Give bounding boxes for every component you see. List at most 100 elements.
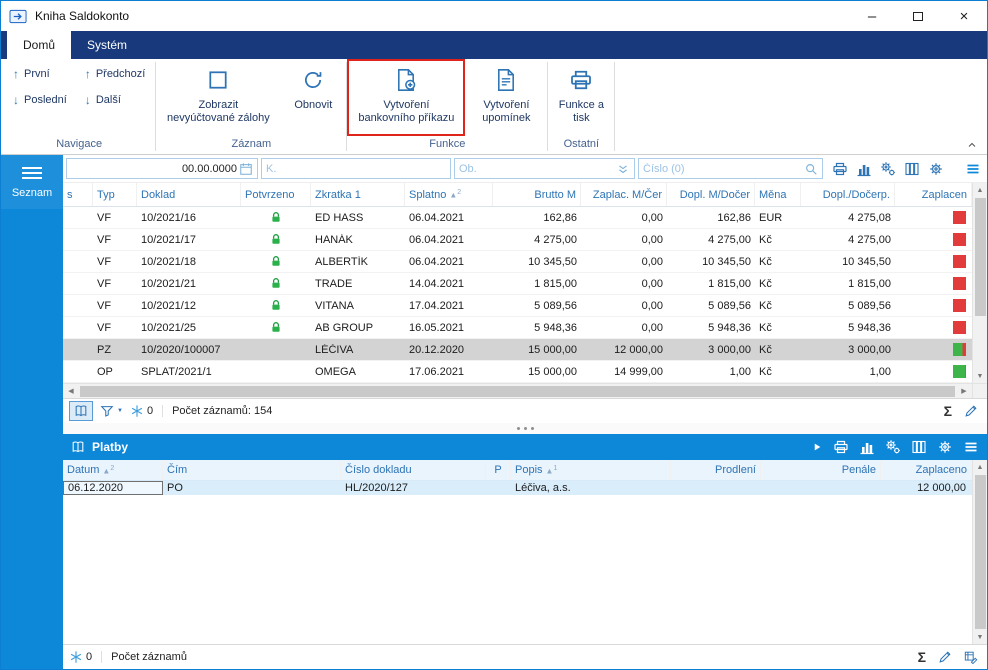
col-potvrzeno[interactable]: Potvrzeno (241, 183, 311, 206)
saldo-row[interactable]: VF10/2021/12VITANA17.04.20215 089,560,00… (63, 295, 972, 317)
pcol-popis[interactable]: Popis ▲1 (511, 460, 671, 480)
gears-icon[interactable] (885, 439, 901, 455)
col-zaplaceno[interactable]: Zaplacen (895, 183, 972, 206)
panel-splitter[interactable] (63, 423, 987, 434)
cislo-filter-input[interactable] (643, 163, 802, 175)
date-filter-input[interactable] (71, 163, 237, 175)
sum-button[interactable]: Σ (944, 403, 952, 419)
col-dopl-m[interactable]: Dopl. M/Dočer (667, 183, 755, 206)
maximize-button[interactable] (895, 1, 941, 31)
cell-zkratka: HANÁK (311, 234, 405, 246)
col-zkratka1[interactable]: Zkratka 1 (311, 183, 405, 206)
saldo-row[interactable]: VF10/2021/21TRADE14.04.20211 815,000,001… (63, 273, 972, 295)
pcol-prodleni[interactable]: Prodlení (671, 460, 761, 480)
frozen-records-indicator[interactable]: 0 (130, 404, 153, 418)
show-unbilled-advances-button[interactable]: Zobrazit nevyúčtované zálohy (156, 59, 280, 136)
calendar-icon[interactable] (239, 162, 253, 176)
first-button[interactable]: ↑ První (13, 67, 67, 81)
platby-menu-icon[interactable] (963, 439, 979, 455)
chart-icon[interactable] (859, 439, 875, 455)
edit-pencil-icon[interactable] (938, 650, 952, 664)
create-bank-order-button[interactable]: Vytvoření bankovního příkazu (347, 59, 465, 136)
group-label-ostatni: Ostatní (548, 137, 614, 154)
next-button[interactable]: ↓ Další (85, 93, 146, 107)
next-label: Další (96, 94, 121, 106)
col-doklad[interactable]: Doklad (137, 183, 241, 206)
horizontal-scrollbar[interactable]: ◀ ▶ (63, 383, 972, 398)
col-zaplac-m[interactable]: Zaplac. M/Čer (581, 183, 667, 206)
saldo-row[interactable]: VF10/2021/25AB GROUP16.05.20215 948,360,… (63, 317, 972, 339)
ob-filter-input[interactable] (459, 163, 614, 175)
cell-doklad: 10/2021/17 (137, 234, 241, 246)
saldo-row[interactable]: VF10/2021/16ED HASS06.04.2021162,860,001… (63, 207, 972, 229)
col-dopl[interactable]: Dopl./Dočerp. (801, 183, 895, 206)
pcol-cislo-dokladu[interactable]: Číslo dokladu (341, 460, 486, 480)
columns-icon[interactable] (904, 161, 920, 177)
chart-icon[interactable] (856, 161, 872, 177)
ob-filter-field[interactable] (454, 158, 635, 179)
ribbon-collapse-icon[interactable] (965, 139, 979, 151)
tab-system[interactable]: Systém (71, 31, 143, 59)
close-button[interactable]: × (941, 1, 987, 31)
sum-button[interactable]: Σ (918, 649, 926, 665)
settings-gear-icon[interactable] (937, 439, 953, 455)
play-icon[interactable] (811, 441, 823, 453)
scroll-left-arrow[interactable]: ◀ (63, 387, 79, 395)
last-button[interactable]: ↓ Poslední (13, 93, 67, 107)
platby-row[interactable]: 06.12.2020POHL/2020/127Léčiva, a.s.12 00… (63, 481, 972, 495)
filter-button[interactable]: ▼ (100, 404, 123, 418)
scroll-thumb[interactable] (975, 198, 986, 316)
saldo-vertical-scrollbar[interactable]: ▲ ▼ (972, 183, 987, 383)
k-filter-field[interactable] (261, 158, 451, 179)
edit-grid-icon[interactable] (964, 650, 978, 664)
frozen-records-indicator[interactable]: 0 (69, 650, 92, 664)
previous-button[interactable]: ↑ Předchozí (85, 67, 146, 81)
minimize-button[interactable]: – (849, 1, 895, 31)
cislo-filter-field[interactable] (638, 158, 823, 179)
print-icon[interactable] (832, 161, 848, 177)
saldo-row[interactable]: OPSPLAT/2021/1OMEGA17.06.202115 000,0014… (63, 361, 972, 383)
search-icon[interactable] (804, 162, 818, 176)
refresh-button[interactable]: Obnovit (280, 59, 346, 136)
scroll-right-arrow[interactable]: ▶ (956, 387, 972, 395)
pcol-zaplaceno[interactable]: Zaplaceno (881, 460, 972, 480)
k-filter-input[interactable] (266, 163, 446, 175)
panel-toggle-button[interactable] (69, 401, 93, 421)
tab-domu[interactable]: Domů (7, 31, 71, 59)
col-brutto[interactable]: Brutto M (493, 183, 581, 206)
pcol-datum[interactable]: Datum ▲2 (63, 460, 163, 480)
hscroll-thumb[interactable] (80, 386, 955, 397)
scroll-down-arrow[interactable]: ▼ (973, 630, 987, 644)
pcol-cim[interactable]: Čím (163, 460, 341, 480)
sidebar-menu-icon[interactable] (22, 167, 42, 179)
list-menu-icon[interactable] (965, 161, 981, 177)
edit-pencil-icon[interactable] (964, 404, 978, 418)
col-typ[interactable]: Typ (93, 183, 137, 206)
saldo-row[interactable]: VF10/2021/18ALBERTÍK06.04.202110 345,500… (63, 251, 972, 273)
col-mena[interactable]: Měna (755, 183, 801, 206)
scroll-up-arrow[interactable]: ▲ (973, 183, 987, 197)
functions-print-button[interactable]: Funkce a tisk (548, 59, 614, 136)
sidebar-item-seznam[interactable]: Seznam (1, 155, 63, 209)
create-reminders-button[interactable]: Vytvoření upomínek (465, 59, 547, 136)
saldo-row[interactable]: VF10/2021/17HANÁK06.04.20214 275,000,004… (63, 229, 972, 251)
pcol-penale[interactable]: Penále (761, 460, 881, 480)
platby-vertical-scrollbar[interactable]: ▲ ▼ (972, 460, 987, 644)
pcol-p[interactable]: P (486, 460, 511, 480)
date-filter-field[interactable] (66, 158, 258, 179)
scroll-thumb[interactable] (975, 475, 986, 629)
sort-asc-icon: ▲2 (102, 465, 114, 476)
col-s[interactable]: s (63, 183, 93, 206)
ribbon-group-ostatni: Funkce a tisk Ostatní (548, 59, 614, 154)
scroll-down-arrow[interactable]: ▼ (973, 369, 987, 383)
saldo-row[interactable]: PZ10/2020/100007LÉČIVA20.12.202015 000,0… (63, 339, 972, 361)
col-splatno[interactable]: Splatno ▲2 (405, 183, 493, 206)
window-controls: – × (849, 1, 987, 31)
scroll-up-arrow[interactable]: ▲ (973, 460, 987, 474)
dropdown-chevrons-icon[interactable] (616, 162, 630, 176)
gears-icon[interactable] (880, 161, 896, 177)
settings-gear-icon[interactable] (928, 161, 944, 177)
print-icon[interactable] (833, 439, 849, 455)
columns-icon[interactable] (911, 439, 927, 455)
cell-doklad: 10/2021/16 (137, 212, 241, 224)
